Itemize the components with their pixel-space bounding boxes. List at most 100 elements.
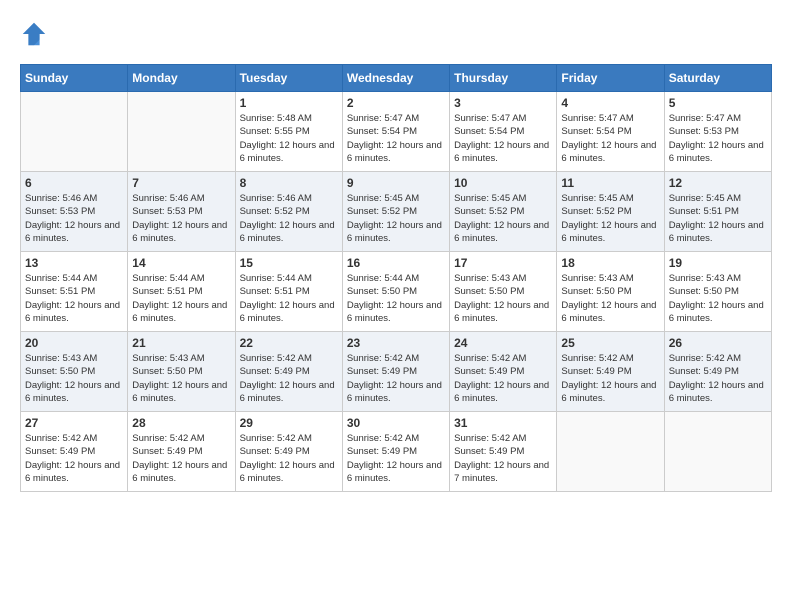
day-info: Sunrise: 5:42 AMSunset: 5:49 PMDaylight:… (132, 432, 230, 485)
calendar-table: SundayMondayTuesdayWednesdayThursdayFrid… (20, 64, 772, 492)
calendar-week-row: 6 Sunrise: 5:46 AMSunset: 5:53 PMDayligh… (21, 172, 772, 252)
column-header-sunday: Sunday (21, 65, 128, 92)
calendar-cell: 15 Sunrise: 5:44 AMSunset: 5:51 PMDaylig… (235, 252, 342, 332)
day-info: Sunrise: 5:43 AMSunset: 5:50 PMDaylight:… (454, 272, 552, 325)
calendar-cell: 3 Sunrise: 5:47 AMSunset: 5:54 PMDayligh… (450, 92, 557, 172)
day-info: Sunrise: 5:44 AMSunset: 5:51 PMDaylight:… (25, 272, 123, 325)
day-info: Sunrise: 5:42 AMSunset: 5:49 PMDaylight:… (25, 432, 123, 485)
day-number: 22 (240, 336, 338, 350)
day-info: Sunrise: 5:43 AMSunset: 5:50 PMDaylight:… (669, 272, 767, 325)
calendar-week-row: 20 Sunrise: 5:43 AMSunset: 5:50 PMDaylig… (21, 332, 772, 412)
day-info: Sunrise: 5:45 AMSunset: 5:52 PMDaylight:… (561, 192, 659, 245)
day-info: Sunrise: 5:46 AMSunset: 5:53 PMDaylight:… (25, 192, 123, 245)
day-info: Sunrise: 5:42 AMSunset: 5:49 PMDaylight:… (347, 352, 445, 405)
calendar-cell: 2 Sunrise: 5:47 AMSunset: 5:54 PMDayligh… (342, 92, 449, 172)
day-number: 20 (25, 336, 123, 350)
calendar-cell: 13 Sunrise: 5:44 AMSunset: 5:51 PMDaylig… (21, 252, 128, 332)
day-number: 12 (669, 176, 767, 190)
day-number: 31 (454, 416, 552, 430)
calendar-cell: 31 Sunrise: 5:42 AMSunset: 5:49 PMDaylig… (450, 412, 557, 492)
day-number: 10 (454, 176, 552, 190)
day-number: 7 (132, 176, 230, 190)
calendar-week-row: 27 Sunrise: 5:42 AMSunset: 5:49 PMDaylig… (21, 412, 772, 492)
day-info: Sunrise: 5:46 AMSunset: 5:52 PMDaylight:… (240, 192, 338, 245)
calendar-cell: 17 Sunrise: 5:43 AMSunset: 5:50 PMDaylig… (450, 252, 557, 332)
calendar-cell (664, 412, 771, 492)
calendar-cell: 10 Sunrise: 5:45 AMSunset: 5:52 PMDaylig… (450, 172, 557, 252)
day-number: 2 (347, 96, 445, 110)
day-info: Sunrise: 5:44 AMSunset: 5:51 PMDaylight:… (240, 272, 338, 325)
day-number: 8 (240, 176, 338, 190)
day-info: Sunrise: 5:45 AMSunset: 5:52 PMDaylight:… (347, 192, 445, 245)
calendar-cell: 23 Sunrise: 5:42 AMSunset: 5:49 PMDaylig… (342, 332, 449, 412)
calendar-cell: 9 Sunrise: 5:45 AMSunset: 5:52 PMDayligh… (342, 172, 449, 252)
calendar-cell: 4 Sunrise: 5:47 AMSunset: 5:54 PMDayligh… (557, 92, 664, 172)
calendar-cell: 8 Sunrise: 5:46 AMSunset: 5:52 PMDayligh… (235, 172, 342, 252)
day-number: 29 (240, 416, 338, 430)
day-number: 15 (240, 256, 338, 270)
day-number: 26 (669, 336, 767, 350)
day-number: 24 (454, 336, 552, 350)
calendar-cell: 30 Sunrise: 5:42 AMSunset: 5:49 PMDaylig… (342, 412, 449, 492)
day-info: Sunrise: 5:42 AMSunset: 5:49 PMDaylight:… (454, 432, 552, 485)
day-number: 30 (347, 416, 445, 430)
calendar-cell: 6 Sunrise: 5:46 AMSunset: 5:53 PMDayligh… (21, 172, 128, 252)
calendar-week-row: 13 Sunrise: 5:44 AMSunset: 5:51 PMDaylig… (21, 252, 772, 332)
calendar-cell: 18 Sunrise: 5:43 AMSunset: 5:50 PMDaylig… (557, 252, 664, 332)
calendar-cell: 5 Sunrise: 5:47 AMSunset: 5:53 PMDayligh… (664, 92, 771, 172)
day-number: 25 (561, 336, 659, 350)
calendar-cell: 24 Sunrise: 5:42 AMSunset: 5:49 PMDaylig… (450, 332, 557, 412)
day-info: Sunrise: 5:48 AMSunset: 5:55 PMDaylight:… (240, 112, 338, 165)
day-number: 1 (240, 96, 338, 110)
calendar-cell: 25 Sunrise: 5:42 AMSunset: 5:49 PMDaylig… (557, 332, 664, 412)
day-info: Sunrise: 5:42 AMSunset: 5:49 PMDaylight:… (240, 352, 338, 405)
calendar-cell: 11 Sunrise: 5:45 AMSunset: 5:52 PMDaylig… (557, 172, 664, 252)
day-number: 18 (561, 256, 659, 270)
calendar-cell (128, 92, 235, 172)
day-info: Sunrise: 5:42 AMSunset: 5:49 PMDaylight:… (669, 352, 767, 405)
day-number: 3 (454, 96, 552, 110)
column-header-tuesday: Tuesday (235, 65, 342, 92)
day-info: Sunrise: 5:42 AMSunset: 5:49 PMDaylight:… (347, 432, 445, 485)
calendar-cell: 26 Sunrise: 5:42 AMSunset: 5:49 PMDaylig… (664, 332, 771, 412)
day-info: Sunrise: 5:47 AMSunset: 5:54 PMDaylight:… (347, 112, 445, 165)
calendar-cell: 29 Sunrise: 5:42 AMSunset: 5:49 PMDaylig… (235, 412, 342, 492)
logo (20, 20, 52, 48)
day-info: Sunrise: 5:46 AMSunset: 5:53 PMDaylight:… (132, 192, 230, 245)
day-info: Sunrise: 5:47 AMSunset: 5:54 PMDaylight:… (454, 112, 552, 165)
column-header-friday: Friday (557, 65, 664, 92)
calendar-cell: 21 Sunrise: 5:43 AMSunset: 5:50 PMDaylig… (128, 332, 235, 412)
day-number: 14 (132, 256, 230, 270)
calendar-cell: 16 Sunrise: 5:44 AMSunset: 5:50 PMDaylig… (342, 252, 449, 332)
day-info: Sunrise: 5:42 AMSunset: 5:49 PMDaylight:… (561, 352, 659, 405)
day-number: 9 (347, 176, 445, 190)
day-number: 4 (561, 96, 659, 110)
column-header-thursday: Thursday (450, 65, 557, 92)
day-info: Sunrise: 5:47 AMSunset: 5:53 PMDaylight:… (669, 112, 767, 165)
calendar-cell: 22 Sunrise: 5:42 AMSunset: 5:49 PMDaylig… (235, 332, 342, 412)
calendar-cell: 19 Sunrise: 5:43 AMSunset: 5:50 PMDaylig… (664, 252, 771, 332)
day-info: Sunrise: 5:43 AMSunset: 5:50 PMDaylight:… (25, 352, 123, 405)
day-number: 11 (561, 176, 659, 190)
day-info: Sunrise: 5:43 AMSunset: 5:50 PMDaylight:… (132, 352, 230, 405)
calendar-cell (21, 92, 128, 172)
day-info: Sunrise: 5:45 AMSunset: 5:52 PMDaylight:… (454, 192, 552, 245)
calendar-cell: 20 Sunrise: 5:43 AMSunset: 5:50 PMDaylig… (21, 332, 128, 412)
calendar-cell: 7 Sunrise: 5:46 AMSunset: 5:53 PMDayligh… (128, 172, 235, 252)
day-info: Sunrise: 5:42 AMSunset: 5:49 PMDaylight:… (240, 432, 338, 485)
day-number: 19 (669, 256, 767, 270)
day-info: Sunrise: 5:47 AMSunset: 5:54 PMDaylight:… (561, 112, 659, 165)
calendar-cell: 1 Sunrise: 5:48 AMSunset: 5:55 PMDayligh… (235, 92, 342, 172)
day-info: Sunrise: 5:44 AMSunset: 5:50 PMDaylight:… (347, 272, 445, 325)
day-info: Sunrise: 5:42 AMSunset: 5:49 PMDaylight:… (454, 352, 552, 405)
column-header-monday: Monday (128, 65, 235, 92)
day-info: Sunrise: 5:44 AMSunset: 5:51 PMDaylight:… (132, 272, 230, 325)
day-info: Sunrise: 5:43 AMSunset: 5:50 PMDaylight:… (561, 272, 659, 325)
calendar-cell: 28 Sunrise: 5:42 AMSunset: 5:49 PMDaylig… (128, 412, 235, 492)
logo-icon (20, 20, 48, 48)
calendar-cell: 12 Sunrise: 5:45 AMSunset: 5:51 PMDaylig… (664, 172, 771, 252)
calendar-cell: 14 Sunrise: 5:44 AMSunset: 5:51 PMDaylig… (128, 252, 235, 332)
column-header-saturday: Saturday (664, 65, 771, 92)
day-number: 16 (347, 256, 445, 270)
calendar-header-row: SundayMondayTuesdayWednesdayThursdayFrid… (21, 65, 772, 92)
